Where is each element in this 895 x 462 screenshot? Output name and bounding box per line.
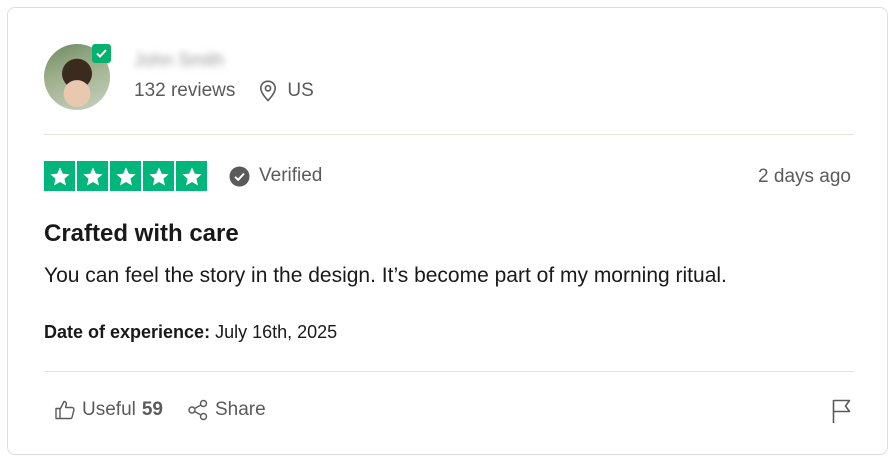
useful-count: 59 — [141, 399, 163, 420]
report-flag-button[interactable] — [831, 398, 853, 429]
share-icon — [188, 399, 208, 421]
star-icon — [77, 161, 108, 191]
verified-label[interactable]: Verified — [229, 165, 322, 187]
location-pin-icon — [260, 80, 277, 102]
share-button[interactable]: Share — [187, 399, 266, 421]
review-title: Crafted with care — [44, 220, 239, 247]
star-rating — [44, 161, 207, 191]
country-label: US — [287, 80, 314, 101]
review-card: John Smith 132 reviews US Verified 2 day… — [7, 7, 888, 455]
star-icon — [110, 161, 141, 191]
star-icon — [143, 161, 174, 191]
verified-check-icon — [229, 166, 250, 186]
posted-date: 2 days ago — [758, 166, 851, 187]
date-of-experience: Date of experience: July 16th, 2025 — [44, 322, 337, 343]
experience-date: July 16th, 2025 — [215, 322, 338, 342]
reviewer-avatar[interactable] — [44, 44, 111, 110]
reviewer-meta: 132 reviews US — [134, 80, 314, 102]
divider — [44, 371, 854, 372]
reviewer-name[interactable]: John Smith — [134, 50, 224, 71]
reviews-count: 132 reviews — [134, 80, 236, 101]
star-icon — [44, 161, 75, 191]
experience-label: Date of experience: — [44, 322, 211, 342]
reviewer-location: US — [259, 80, 314, 102]
review-actions: Useful 59 Share — [54, 399, 266, 421]
divider — [44, 134, 854, 135]
review-body: You can feel the story in the design. It… — [44, 264, 727, 287]
flag-icon — [832, 399, 851, 423]
verified-badge-icon — [92, 44, 111, 63]
thumbs-up-icon — [55, 400, 75, 420]
verified-text: Verified — [259, 165, 323, 186]
useful-label: Useful — [82, 399, 136, 420]
useful-button[interactable]: Useful 59 — [54, 399, 163, 421]
star-icon — [176, 161, 207, 191]
share-label: Share — [215, 399, 266, 420]
